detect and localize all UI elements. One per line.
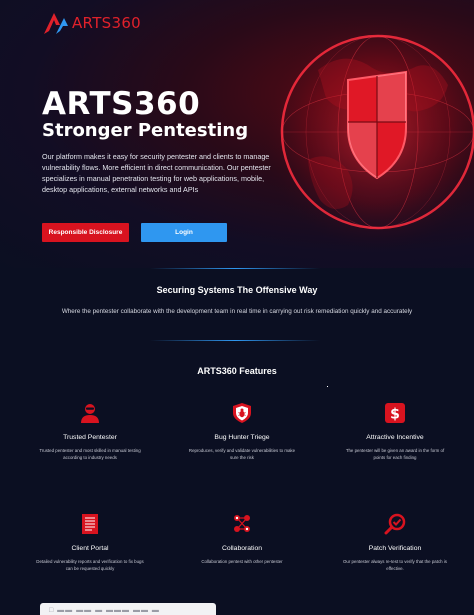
hero-divider xyxy=(150,268,320,269)
dollar-icon: $ xyxy=(385,403,405,423)
features-title: ARTS360 Features xyxy=(197,366,277,376)
feature-description: Our pentester always re-test to verify t… xyxy=(343,559,447,571)
feature-name: Client Portal xyxy=(71,545,109,552)
arts360-logo-icon xyxy=(44,13,68,34)
patch-verification-icon xyxy=(384,513,406,535)
feature-name: Attractive Incentive xyxy=(366,434,424,441)
section-divider xyxy=(150,340,320,341)
hero-title: ARTS360 xyxy=(42,86,201,122)
feature-description: Detailed vulnerability reports and verif… xyxy=(36,559,144,571)
bottom-bar-placeholder-icon: □ ▬▬ ▬▬ ▬ ▬▬▬ ▬▬ ▬ xyxy=(49,606,160,614)
document-icon xyxy=(82,514,98,534)
feature-name: Patch Verification xyxy=(368,545,422,552)
feature-name: Trusted Pentester xyxy=(63,434,117,441)
feature-name: Collaboration xyxy=(221,545,263,552)
responsible-disclosure-button[interactable]: Responsible Disclosure xyxy=(42,223,129,242)
globe-shield-illustration xyxy=(260,14,474,250)
offensive-section-text: Where the pentester collaborate with the… xyxy=(61,308,413,315)
login-button[interactable]: Login xyxy=(141,223,227,242)
bottom-floating-bar[interactable]: □ ▬▬ ▬▬ ▬ ▬▬▬ ▬▬ ▬ xyxy=(40,603,216,615)
feature-client-portal: Client Portal Detailed vulnerability rep… xyxy=(35,513,145,572)
feature-attractive-incentive: $ Attractive Incentive The pentester wil… xyxy=(340,402,450,461)
feature-description: Trusted pentester and most skilled in ma… xyxy=(39,448,141,460)
collaboration-icon xyxy=(234,515,250,532)
feature-description: Reproduces, verify and validate vulnerab… xyxy=(188,448,296,460)
feature-name: Bug Hunter Triege xyxy=(214,434,270,441)
offensive-section-title: Securing Systems The Offensive Way xyxy=(156,285,318,295)
svg-text:$: $ xyxy=(390,407,400,423)
hacker-icon xyxy=(81,404,99,423)
feature-trusted-pentester: Trusted Pentester Trusted pentester and … xyxy=(35,402,145,461)
feature-patch-verification: Patch Verification Our pentester always … xyxy=(340,513,450,572)
hero-description: Our platform makes it easy for security … xyxy=(42,152,271,194)
hero-subtitle: Stronger Pentesting xyxy=(42,120,249,141)
decorative-dot xyxy=(327,386,328,387)
shield-bug-icon xyxy=(233,403,251,423)
feature-description: Collaboration pentest with other pentest… xyxy=(201,559,283,564)
brand-logo[interactable]: ARTS360 xyxy=(42,10,141,36)
feature-collaboration: Collaboration Collaboration pentest with… xyxy=(187,513,297,565)
logo-text: ARTS360 xyxy=(72,14,142,32)
hero-section: ARTS360 ARTS360 Stronger Pentesting Our … xyxy=(0,0,474,268)
feature-bug-hunter-triege: Bug Hunter Triege Reproduces, verify and… xyxy=(187,402,297,461)
feature-description: The pentester will be given an award in … xyxy=(345,448,445,460)
